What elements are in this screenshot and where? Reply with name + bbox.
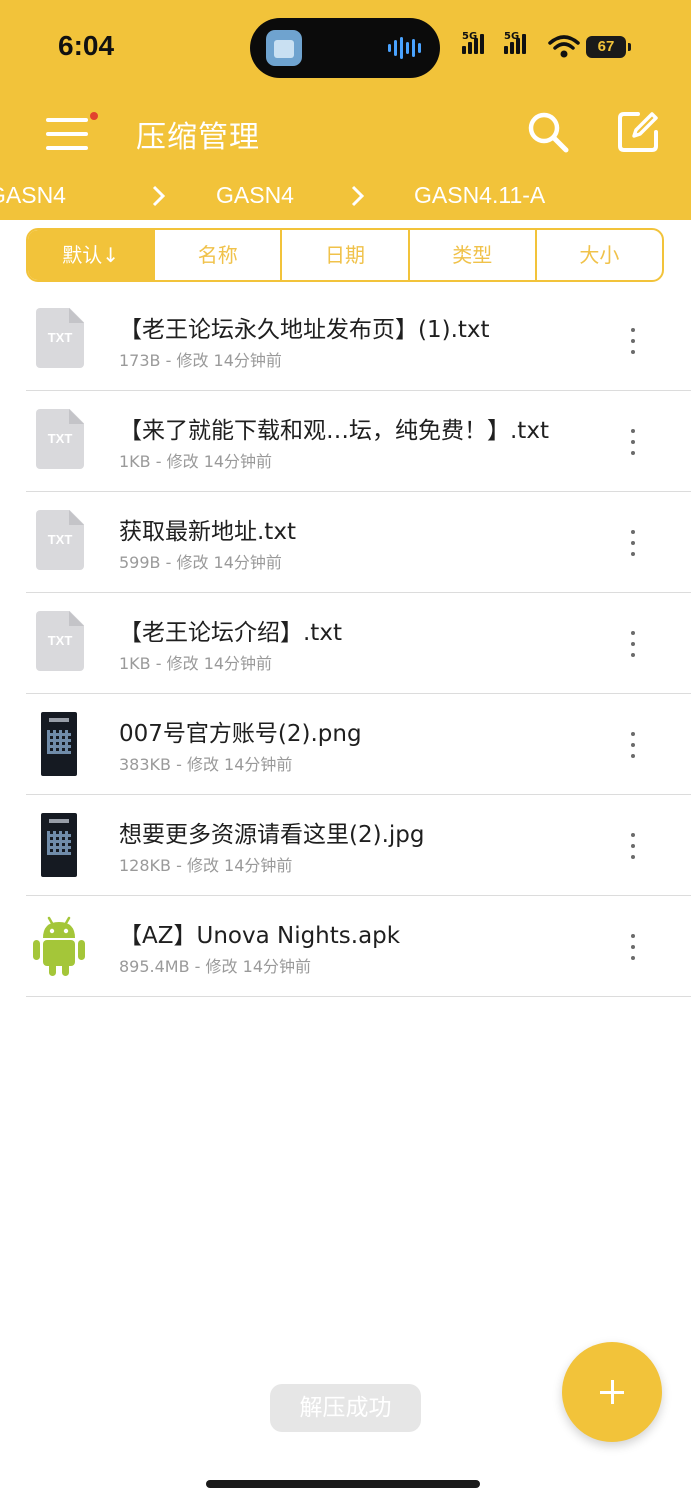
- file-modified: 修改 14分钟前: [205, 957, 311, 976]
- more-options-icon[interactable]: [622, 932, 644, 962]
- file-modified: 修改 14分钟前: [186, 755, 293, 774]
- chevron-right-icon: [152, 185, 166, 207]
- sort-tab-size[interactable]: 大小: [534, 230, 662, 280]
- list-item[interactable]: 想要更多资源请看这里(2).jpg 128KB - 修改 14分钟前: [0, 795, 691, 896]
- sort-tabs: 默认↓ 名称 日期 类型 大小: [26, 228, 664, 282]
- sort-tab-type[interactable]: 类型: [407, 230, 535, 280]
- sort-tab-date[interactable]: 日期: [280, 230, 407, 280]
- file-meta: 173B - 修改 14分钟前: [119, 351, 282, 370]
- status-time: 6:04: [58, 30, 115, 61]
- breadcrumb-item[interactable]: GASN4: [216, 182, 294, 209]
- file-meta: 895.4MB - 修改 14分钟前: [119, 957, 311, 976]
- sort-tab-name[interactable]: 名称: [153, 230, 280, 280]
- file-size: 1KB: [119, 452, 151, 471]
- list-item[interactable]: TXT 获取最新地址.txt 599B - 修改 14分钟前: [0, 492, 691, 593]
- notification-dot: [90, 112, 98, 120]
- file-size: 599B: [119, 553, 161, 572]
- edit-icon[interactable]: [614, 108, 662, 156]
- file-name: 获取最新地址.txt: [119, 519, 296, 545]
- divider: [26, 996, 691, 997]
- status-bar: 6:04 5G 5G 67: [0, 0, 691, 96]
- signal-icon: 5G: [462, 31, 484, 54]
- wifi-icon: [548, 35, 580, 58]
- breadcrumb-item-current[interactable]: GASN4.11-A: [414, 182, 545, 209]
- list-item[interactable]: TXT 【老王论坛介绍】.txt 1KB - 修改 14分钟前: [0, 593, 691, 694]
- file-size: 383KB: [119, 755, 172, 774]
- network-label: 5G: [462, 31, 478, 42]
- txt-file-icon: TXT: [30, 611, 88, 675]
- list-item[interactable]: TXT 【来了就能下载和观…坛，纯免费！】.txt 1KB - 修改 14分钟前: [0, 391, 691, 492]
- image-thumbnail-icon: [30, 712, 88, 776]
- file-meta: 128KB - 修改 14分钟前: [119, 856, 293, 875]
- sort-tab-default[interactable]: 默认↓: [28, 230, 154, 280]
- dynamic-island[interactable]: [250, 18, 440, 78]
- search-icon[interactable]: [524, 108, 572, 156]
- list-item[interactable]: 007号官方账号(2).png 383KB - 修改 14分钟前: [0, 694, 691, 795]
- file-size: 1KB: [119, 654, 151, 673]
- more-options-icon[interactable]: [622, 629, 644, 659]
- file-meta: 1KB - 修改 14分钟前: [119, 452, 273, 471]
- list-item[interactable]: 【AZ】Unova Nights.apk 895.4MB - 修改 14分钟前: [0, 896, 691, 997]
- home-indicator[interactable]: [206, 1480, 480, 1488]
- breadcrumb-item[interactable]: GASN4: [0, 182, 66, 209]
- hamburger-menu-icon[interactable]: [46, 112, 98, 152]
- more-options-icon[interactable]: [622, 831, 644, 861]
- android-icon: [33, 916, 85, 976]
- file-name: 想要更多资源请看这里(2).jpg: [119, 822, 425, 848]
- file-size: 128KB: [119, 856, 172, 875]
- txt-file-icon: TXT: [30, 409, 88, 473]
- file-meta: 1KB - 修改 14分钟前: [119, 654, 273, 673]
- chevron-right-icon: [351, 185, 365, 207]
- file-meta: 599B - 修改 14分钟前: [119, 553, 282, 572]
- file-name: 【AZ】Unova Nights.apk: [119, 923, 401, 949]
- file-name: 【老王论坛介绍】.txt: [119, 620, 342, 646]
- file-name: 【老王论坛永久地址发布页】(1).txt: [119, 317, 490, 343]
- voice-wave-icon: [388, 36, 422, 60]
- file-modified: 修改 14分钟前: [166, 452, 273, 471]
- breadcrumb: GASN4 GASN4 GASN4.11-A: [0, 176, 691, 220]
- list-item[interactable]: TXT 【老王论坛永久地址发布页】(1).txt 173B - 修改 14分钟前: [0, 290, 691, 391]
- network-label: 5G: [504, 31, 520, 42]
- file-modified: 修改 14分钟前: [176, 351, 282, 370]
- add-button[interactable]: [562, 1342, 662, 1442]
- image-thumbnail-icon: [30, 813, 88, 877]
- more-options-icon[interactable]: [622, 326, 644, 356]
- file-modified: 修改 14分钟前: [176, 553, 282, 572]
- txt-file-icon: TXT: [30, 510, 88, 574]
- more-options-icon[interactable]: [622, 528, 644, 558]
- signal-icon: 5G: [504, 31, 526, 54]
- txt-file-icon: TXT: [30, 308, 88, 372]
- file-modified: 修改 14分钟前: [166, 654, 273, 673]
- file-name: 007号官方账号(2).png: [119, 721, 362, 747]
- file-name: 【来了就能下载和观…坛，纯免费！】.txt: [119, 418, 549, 444]
- file-size: 895.4MB: [119, 957, 190, 976]
- file-size: 173B: [119, 351, 161, 370]
- toast-message: 解压成功: [270, 1384, 421, 1432]
- file-modified: 修改 14分钟前: [186, 856, 293, 875]
- app-bar: 压缩管理: [0, 96, 691, 168]
- app-thumbnail-icon: [266, 30, 302, 66]
- page-title: 压缩管理: [136, 120, 260, 155]
- file-list: TXT 【老王论坛永久地址发布页】(1).txt 173B - 修改 14分钟前…: [0, 290, 691, 997]
- more-options-icon[interactable]: [622, 427, 644, 457]
- battery-icon: 67: [586, 36, 631, 58]
- more-options-icon[interactable]: [622, 730, 644, 760]
- file-meta: 383KB - 修改 14分钟前: [119, 755, 293, 774]
